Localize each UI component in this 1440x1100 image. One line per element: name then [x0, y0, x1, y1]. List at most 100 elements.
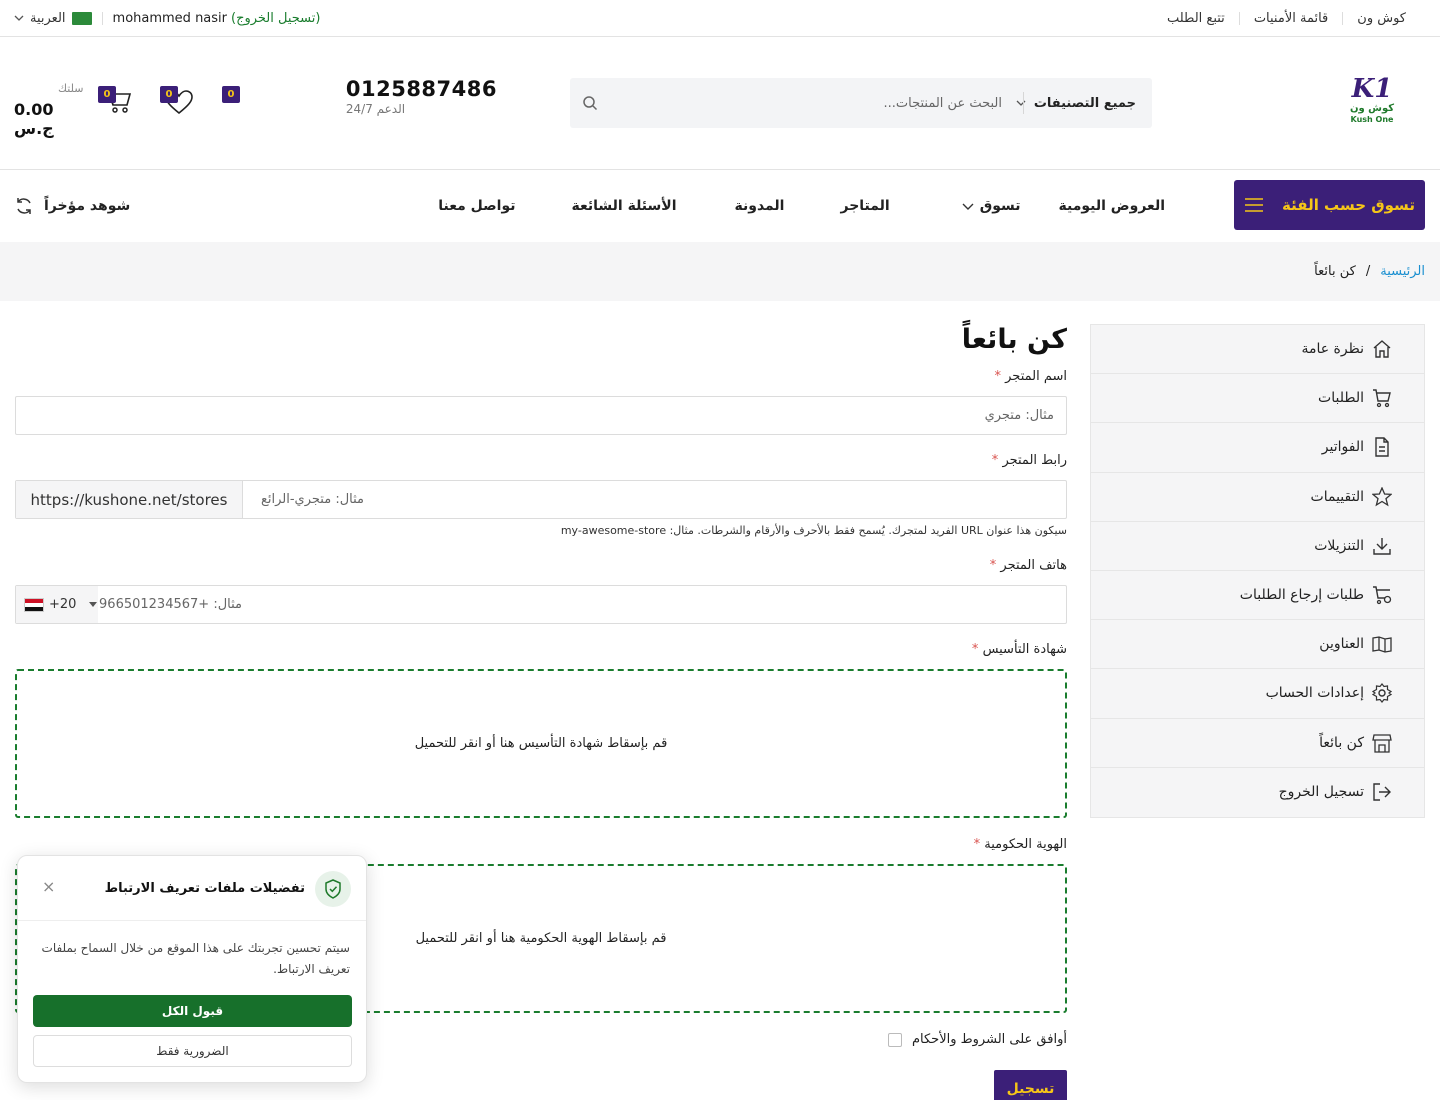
terms-row: أوافق على الشروط والأحكام [887, 1032, 1067, 1047]
return-cart-icon [1373, 586, 1392, 605]
sidebar-item-label: العناوين [1319, 636, 1364, 653]
category-select-label: جميع التصنيفات [1033, 95, 1136, 111]
sidebar-item-account-settings[interactable]: إعدادات الحساب [1091, 669, 1424, 719]
required-mark: * [989, 558, 997, 573]
divider [1342, 11, 1344, 25]
header-icons: سلتك 0.00 ج.س 0 0 0 [14, 82, 254, 138]
recently-viewed-button[interactable]: شوهد مؤخراً [14, 170, 130, 242]
store-name-input[interactable]: مثال: متجري [15, 396, 1067, 435]
placeholder: مثال: متجري [984, 408, 1054, 423]
submit-button[interactable]: تسجيل [994, 1070, 1067, 1100]
category-select[interactable]: جميع التصنيفات [1016, 78, 1136, 128]
necessary-only-button[interactable]: الضرورية فقط [33, 1035, 352, 1067]
sidebar-item-downloads[interactable]: التنزيلات [1091, 522, 1424, 571]
nav-item-stores[interactable]: المتاجر [840, 198, 889, 214]
breadcrumb-current: كن بائعاً [1314, 264, 1356, 279]
search-icon[interactable] [582, 95, 598, 111]
download-icon [1373, 537, 1391, 555]
store-name-label: اسم المتجر * [994, 369, 1067, 384]
terms-checkbox[interactable] [887, 1032, 902, 1047]
nav-label: الأسئلة الشائعة [571, 198, 677, 214]
breadcrumb-home[interactable]: الرئيسية [1380, 264, 1425, 279]
nav-item-blog[interactable]: المدونة [735, 198, 785, 214]
sidebar-item-label: نظرة عامة [1301, 341, 1364, 358]
sidebar-item-overview[interactable]: نظرة عامة [1091, 325, 1424, 375]
certificate-label: شهادة التأسيس * [972, 642, 1067, 657]
cart-icon [1373, 389, 1391, 408]
sidebar-item-become-vendor[interactable]: كن بائعاً [1091, 719, 1424, 768]
required-mark: * [973, 837, 981, 852]
sidebar-item-invoices[interactable]: الفواتير [1091, 423, 1424, 473]
store-phone-input[interactable]: مثال: +966501234567 +20 [15, 585, 1067, 624]
sidebar-item-label: الطلبات [1318, 390, 1364, 407]
support-label: الدعم 24/7 [345, 102, 406, 116]
sidebar-item-orders[interactable]: الطلبات [1091, 374, 1424, 424]
phone-number[interactable]: 0125887486 [346, 77, 497, 101]
book-icon [1372, 636, 1392, 653]
divider [101, 11, 103, 25]
store-url-input[interactable]: مثال: متجري-الرائع https://kushone.net/s… [15, 480, 1067, 519]
site-logo[interactable]: K1 كوش ون Kush One [1346, 75, 1398, 133]
logout-link[interactable]: (تسجيل الخروج) [231, 11, 320, 26]
star-icon [1372, 486, 1392, 507]
refresh-icon [17, 198, 31, 214]
placeholder: مثال: +966501234567 [99, 597, 242, 612]
nav-label: المدونة [734, 198, 785, 214]
site-header: K1 كوش ون Kush One جميع التصنيفات البحث … [0, 37, 1440, 170]
top-links: كوش ون قائمة الأمنيات تتبع الطلب [1167, 0, 1406, 36]
nav-item-shop[interactable]: تسوق [962, 198, 1021, 214]
store-url-hint: سيكون هذا عنوان URL الفريد لمتجرك. يُسمح… [560, 524, 1067, 537]
sidebar-item-label: طلبات إرجاع الطلبات [1239, 587, 1364, 604]
terms-label[interactable]: أوافق على الشروط والأحكام [912, 1032, 1067, 1047]
top-link-track-order[interactable]: تتبع الطلب [1167, 11, 1225, 26]
gear-icon [1372, 683, 1392, 704]
breadcrumb-separator: / [1365, 264, 1371, 279]
sidebar-item-label: التقييمات [1310, 488, 1364, 505]
sidebar-item-logout[interactable]: تسجيل الخروج [1091, 768, 1424, 817]
store-icon [1372, 733, 1392, 753]
accept-all-button[interactable]: قبول الكل [33, 995, 352, 1027]
country-code: +20 [49, 597, 77, 612]
label-text: الهوية الحكومية [984, 837, 1067, 852]
cart-count-badge: 0 [98, 86, 116, 103]
certificate-dropzone[interactable]: قم بإسقاط شهادة التأسيس هنا أو انقر للتح… [15, 669, 1067, 818]
nav-item-daily-deals[interactable]: العروض اليومية [1059, 198, 1166, 214]
country-code-select[interactable]: +20 [16, 586, 98, 623]
url-prefix: https://kushone.net/stores [16, 481, 243, 518]
cookie-header: تفضيلات ملفات تعريف الارتباط × [18, 856, 366, 921]
close-icon[interactable]: × [42, 878, 55, 896]
cart-summary[interactable]: سلتك 0.00 ج.س [14, 82, 86, 138]
menu-icon [1245, 198, 1264, 212]
nav-item-faq[interactable]: الأسئلة الشائعة [572, 198, 677, 214]
cookie-text: سيتم تحسين تجربتك على هذا الموقع من خلال… [41, 941, 350, 976]
nav-item-contact[interactable]: تواصل معنا [438, 198, 515, 214]
account-sidebar: نظرة عامة الطلبات الفواتير التقييمات الت… [1090, 324, 1425, 818]
logo-english: Kush One [1350, 115, 1394, 124]
egypt-flag-icon [24, 597, 44, 612]
language-switcher[interactable]: العربية [14, 11, 92, 26]
nav-links: العروض اليومية تسوق المتاجر المدونة الأس… [438, 170, 1165, 242]
sidebar-item-returns[interactable]: طلبات إرجاع الطلبات [1091, 571, 1424, 621]
sidebar-item-addresses[interactable]: العناوين [1091, 620, 1424, 670]
dropzone-text: قم بإسقاط شهادة التأسيس هنا أو انقر للتح… [414, 736, 668, 751]
sidebar-item-reviews[interactable]: التقييمات [1091, 473, 1424, 522]
home-icon [1373, 340, 1391, 358]
top-account: (تسجيل الخروج) mohammed nasir العربية [14, 0, 320, 36]
cookie-consent: تفضيلات ملفات تعريف الارتباط × سيتم تحسي… [17, 855, 367, 1083]
logo-mark: K1 [1351, 74, 1393, 104]
shop-by-category-button[interactable]: تسوق حسب الفئة [1234, 180, 1425, 230]
invoice-icon [1375, 437, 1389, 458]
sidebar-item-label: التنزيلات [1314, 537, 1364, 554]
label-text: اسم المتجر [1005, 369, 1067, 384]
support-phone: 0125887486 الدعم 24/7 [346, 77, 497, 116]
chevron-down-icon [14, 15, 24, 21]
top-link-kushone[interactable]: كوش ون [1357, 11, 1406, 26]
top-bar: كوش ون قائمة الأمنيات تتبع الطلب (تسجيل … [0, 0, 1440, 37]
page-title: كن بائعاً [961, 324, 1067, 355]
cart-total: 0.00 ج.س [14, 100, 54, 138]
top-link-wishlist[interactable]: قائمة الأمنيات [1254, 11, 1328, 26]
store-url-label: رابط المتجر * [992, 453, 1067, 468]
search-input[interactable]: البحث عن المنتجات... [884, 78, 1003, 128]
sidebar-item-label: الفواتير [1321, 439, 1364, 456]
sidebar-item-label: كن بائعاً [1319, 734, 1364, 751]
